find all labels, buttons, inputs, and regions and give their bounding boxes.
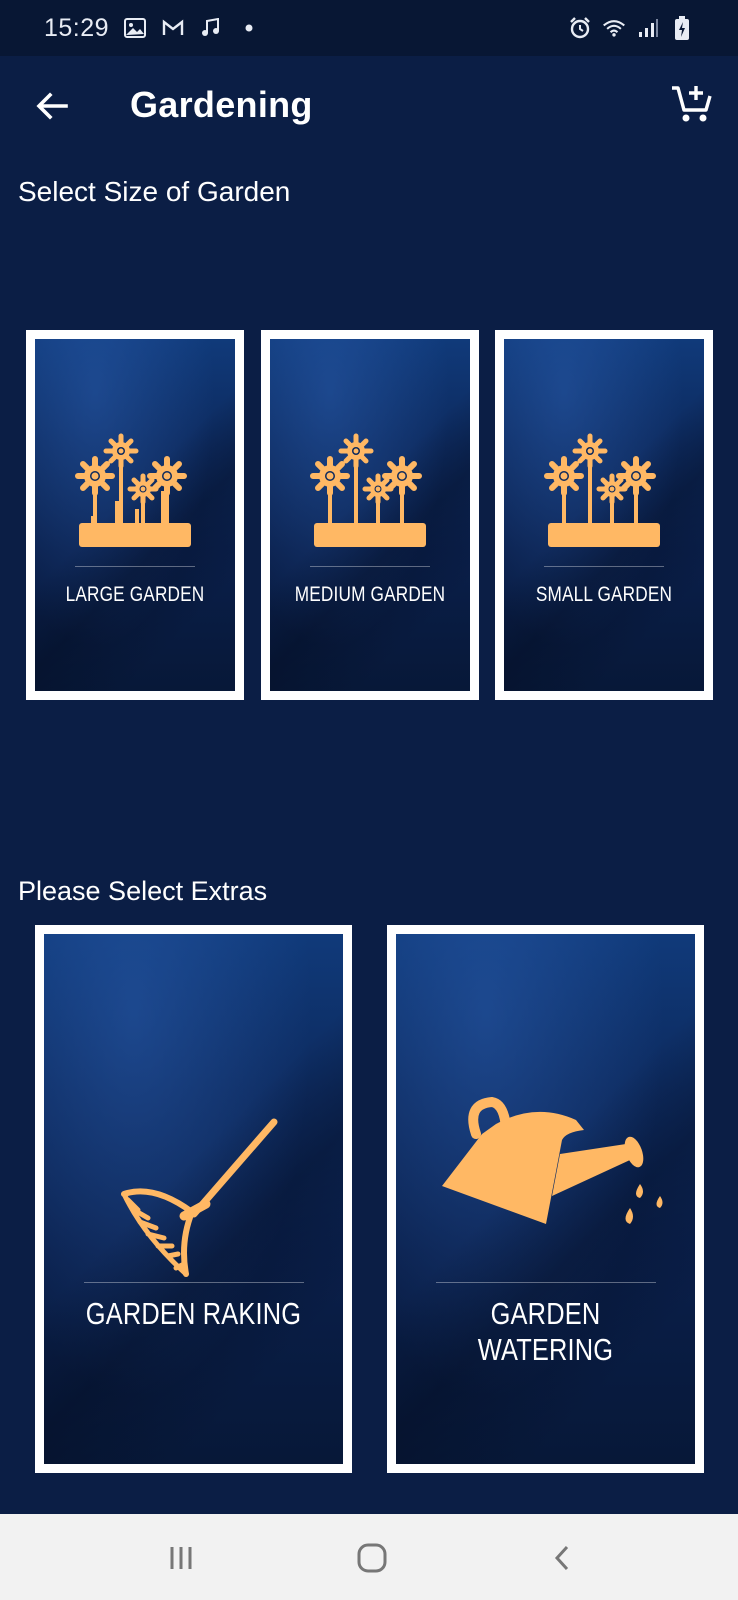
music-icon xyxy=(199,16,223,40)
battery-icon xyxy=(670,16,694,40)
system-nav-bar xyxy=(0,1514,738,1600)
watering-can-icon xyxy=(442,1096,663,1224)
status-bar: 15:29 xyxy=(0,0,738,56)
arrow-left-icon xyxy=(36,92,68,120)
recent-apps-icon xyxy=(170,1547,192,1569)
garden-raking-card[interactable]: GARDEN RAKING xyxy=(35,925,352,1473)
cart-add-icon xyxy=(672,86,712,122)
recent-apps-button[interactable] xyxy=(159,1536,203,1580)
back-nav-button[interactable] xyxy=(541,1536,585,1580)
app-bar: Gardening xyxy=(0,56,738,156)
home-icon xyxy=(357,1543,387,1573)
flower-planter-icon xyxy=(75,433,191,547)
flower-planter-icon xyxy=(310,433,426,547)
card-label: MEDIUM GARDEN xyxy=(294,583,446,606)
extras-section-heading: Please Select Extras xyxy=(18,876,268,906)
card-label: GARDEN WATERING xyxy=(477,1296,614,1367)
cart-button[interactable] xyxy=(670,82,714,126)
rake-icon xyxy=(121,1118,278,1277)
page-title: Gardening xyxy=(130,84,313,125)
card-label: SMALL GARDEN xyxy=(535,583,673,606)
signal-icon xyxy=(636,16,660,40)
flower-planter-icon xyxy=(544,433,660,547)
dot-icon xyxy=(237,16,261,40)
card-label: LARGE GARDEN xyxy=(65,583,205,606)
gmail-icon xyxy=(161,16,185,40)
gallery-icon xyxy=(123,16,147,40)
wifi-icon xyxy=(602,16,626,40)
alarm-icon xyxy=(568,16,592,40)
large-garden-card[interactable]: LARGE GARDEN xyxy=(26,330,244,700)
small-garden-card[interactable]: SMALL GARDEN xyxy=(495,330,713,700)
garden-watering-card[interactable]: GARDEN WATERING xyxy=(387,925,704,1473)
size-section-heading: Select Size of Garden xyxy=(18,176,291,207)
card-label: GARDEN RAKING xyxy=(85,1296,302,1331)
back-button[interactable] xyxy=(32,86,72,126)
back-icon xyxy=(554,1545,569,1571)
home-button[interactable] xyxy=(350,1536,394,1580)
medium-garden-card[interactable]: MEDIUM GARDEN xyxy=(261,330,479,700)
status-time: 15:29 xyxy=(44,13,110,42)
